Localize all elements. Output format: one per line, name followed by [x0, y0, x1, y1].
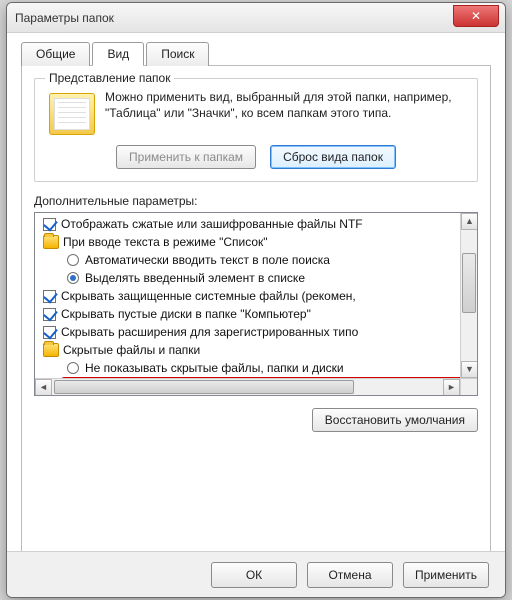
- horizontal-scroll-thumb[interactable]: [54, 380, 354, 394]
- option-dont-show-hidden[interactable]: Не показывать скрытые файлы, папки и дис…: [39, 359, 477, 377]
- option-hide-empty-drives[interactable]: Скрывать пустые диски в папке "Компьютер…: [39, 305, 477, 323]
- scroll-corner: [460, 378, 477, 395]
- radio-icon[interactable]: [67, 272, 79, 284]
- dialog-footer: ОК Отмена Применить: [7, 551, 505, 597]
- option-select-typed-item[interactable]: Выделять введенный элемент в списке: [39, 269, 477, 287]
- advanced-settings-tree[interactable]: Отображать сжатые или зашифрованные файл…: [34, 212, 478, 396]
- advanced-settings-label: Дополнительные параметры:: [34, 194, 478, 208]
- vertical-scroll-thumb[interactable]: [462, 253, 476, 313]
- folder-icon: [43, 343, 59, 357]
- scroll-up-icon[interactable]: ▲: [461, 213, 478, 230]
- tab-view[interactable]: Вид: [92, 42, 144, 66]
- group-description: Можно применить вид, выбранный для этой …: [105, 89, 467, 135]
- close-button[interactable]: ✕: [453, 5, 499, 27]
- radio-icon[interactable]: [67, 254, 79, 266]
- ok-button[interactable]: ОК: [211, 562, 297, 588]
- tab-search[interactable]: Поиск: [146, 42, 209, 66]
- scroll-right-icon[interactable]: ►: [443, 379, 460, 396]
- radio-icon[interactable]: [67, 362, 79, 374]
- folder-options-window: Параметры папок ✕ Общие Вид Поиск Предст…: [6, 2, 506, 598]
- apply-button[interactable]: Применить: [403, 562, 489, 588]
- cancel-button[interactable]: Отмена: [307, 562, 393, 588]
- close-icon: ✕: [471, 9, 481, 23]
- option-encrypted-color[interactable]: Отображать сжатые или зашифрованные файл…: [39, 215, 477, 233]
- scroll-left-icon[interactable]: ◄: [35, 379, 52, 396]
- checkbox-icon[interactable]: [43, 290, 56, 303]
- titlebar[interactable]: Параметры папок ✕: [7, 3, 505, 33]
- tab-pane-view: Представление папок Можно применить вид,…: [21, 65, 491, 565]
- option-group-typing[interactable]: При вводе текста в режиме "Список": [39, 233, 477, 251]
- window-title: Параметры папок: [15, 11, 114, 25]
- tab-general[interactable]: Общие: [21, 42, 90, 66]
- scroll-down-icon[interactable]: ▼: [461, 361, 478, 378]
- option-hide-extensions[interactable]: Скрывать расширения для зарегистрированн…: [39, 323, 477, 341]
- tabstrip: Общие Вид Поиск: [7, 33, 505, 65]
- reset-folders-button[interactable]: Сброс вида папок: [270, 145, 396, 169]
- group-legend: Представление папок: [45, 71, 174, 85]
- folder-views-group: Представление папок Можно применить вид,…: [34, 78, 478, 182]
- restore-defaults-button[interactable]: Восстановить умолчания: [312, 408, 478, 432]
- option-group-hidden-files[interactable]: Скрытые файлы и папки: [39, 341, 477, 359]
- vertical-scrollbar[interactable]: ▲ ▼: [460, 213, 477, 378]
- checkbox-icon[interactable]: [43, 326, 56, 339]
- checkbox-icon[interactable]: [43, 218, 56, 231]
- horizontal-scrollbar[interactable]: ◄ ►: [35, 378, 460, 395]
- option-auto-type-search[interactable]: Автоматически вводить текст в поле поиск…: [39, 251, 477, 269]
- folder-preview-icon: [49, 93, 95, 135]
- folder-icon: [43, 235, 59, 249]
- apply-to-folders-button[interactable]: Применить к папкам: [116, 145, 256, 169]
- option-hide-protected-os[interactable]: Скрывать защищенные системные файлы (рек…: [39, 287, 477, 305]
- checkbox-icon[interactable]: [43, 308, 56, 321]
